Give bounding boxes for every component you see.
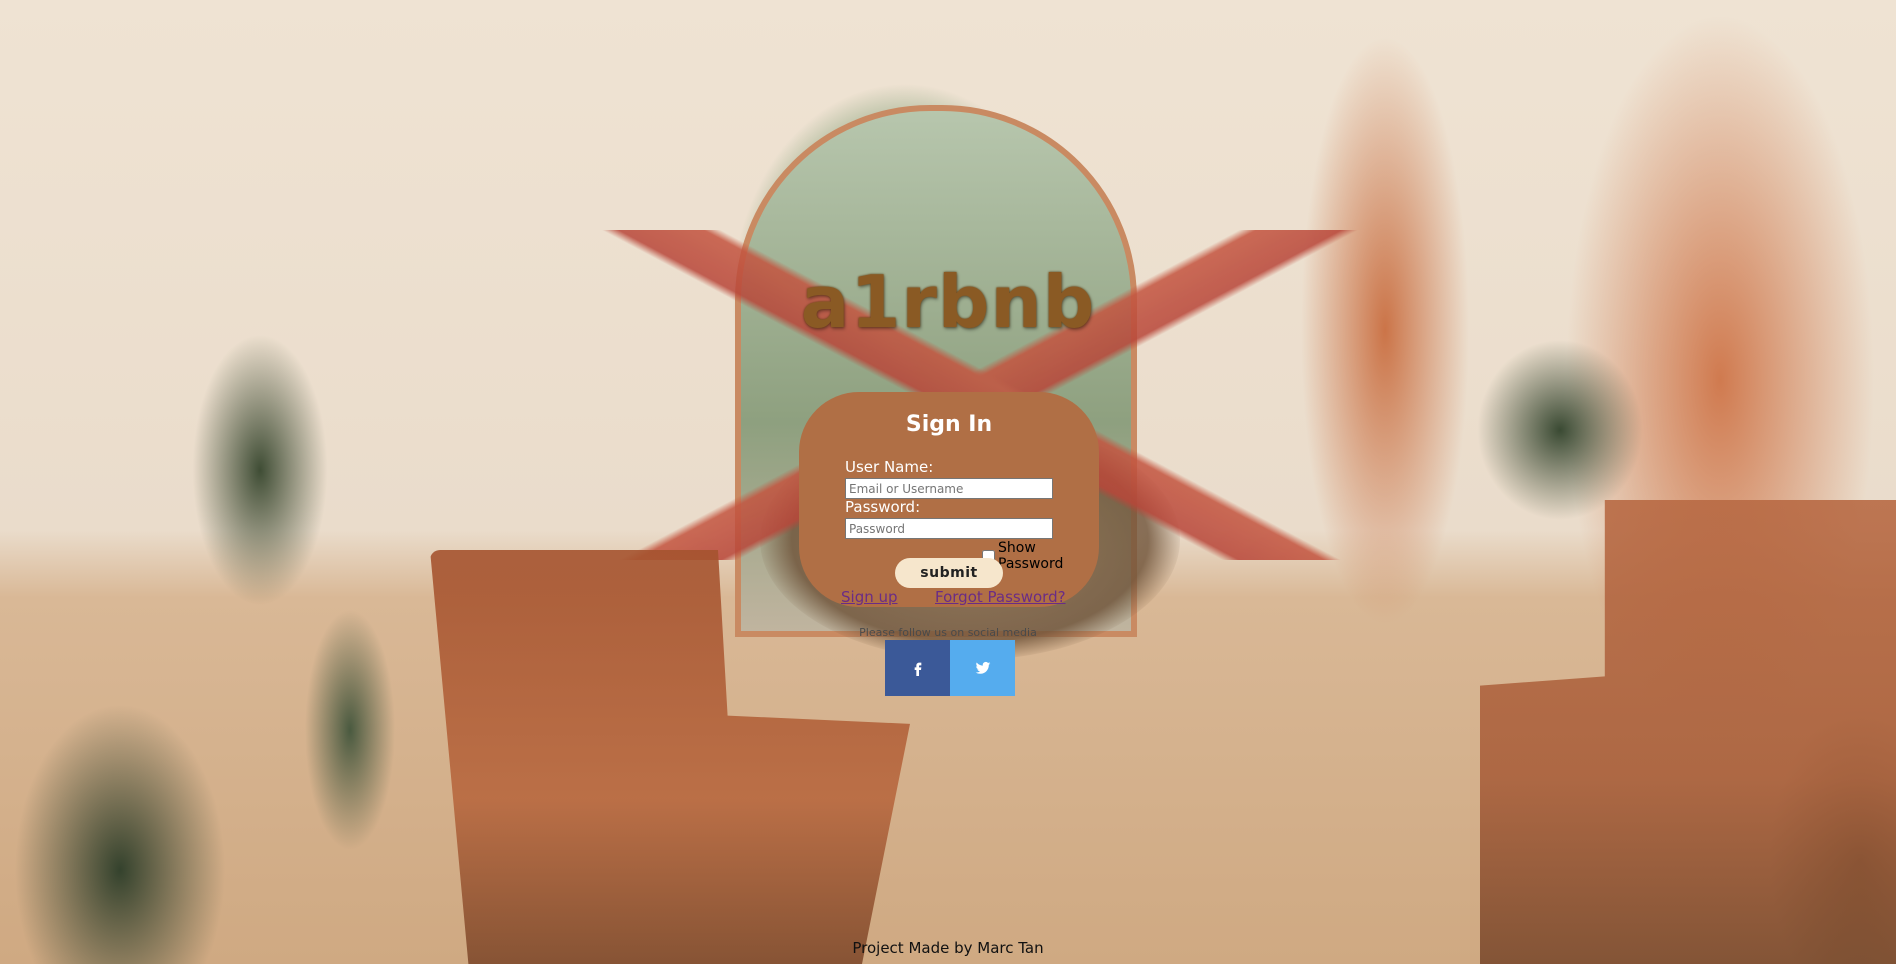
show-password-label: Show Password	[998, 540, 1064, 572]
forgot-password-link[interactable]: Forgot Password?	[935, 588, 1066, 606]
password-label: Password:	[845, 498, 921, 516]
submit-button[interactable]: submit	[895, 558, 1003, 588]
signup-link[interactable]: Sign up	[841, 588, 898, 606]
footer-credit: Project Made by Marc Tan	[852, 939, 1044, 957]
facebook-icon	[914, 662, 921, 676]
background-chair-left	[430, 550, 910, 964]
twitter-button[interactable]	[950, 640, 1015, 696]
background-chair-right	[1480, 500, 1896, 964]
password-input[interactable]	[845, 518, 1053, 539]
username-label: User Name:	[845, 458, 934, 476]
brand-logo: a1rbnb	[800, 260, 1096, 344]
social-prompt: Please follow us on social media	[859, 626, 1037, 639]
username-input[interactable]	[845, 478, 1053, 499]
signin-card: Sign In User Name: Password: Show Passwo…	[799, 392, 1099, 607]
twitter-icon	[975, 661, 990, 674]
facebook-button[interactable]	[885, 640, 950, 696]
signin-title: Sign In	[905, 412, 993, 437]
